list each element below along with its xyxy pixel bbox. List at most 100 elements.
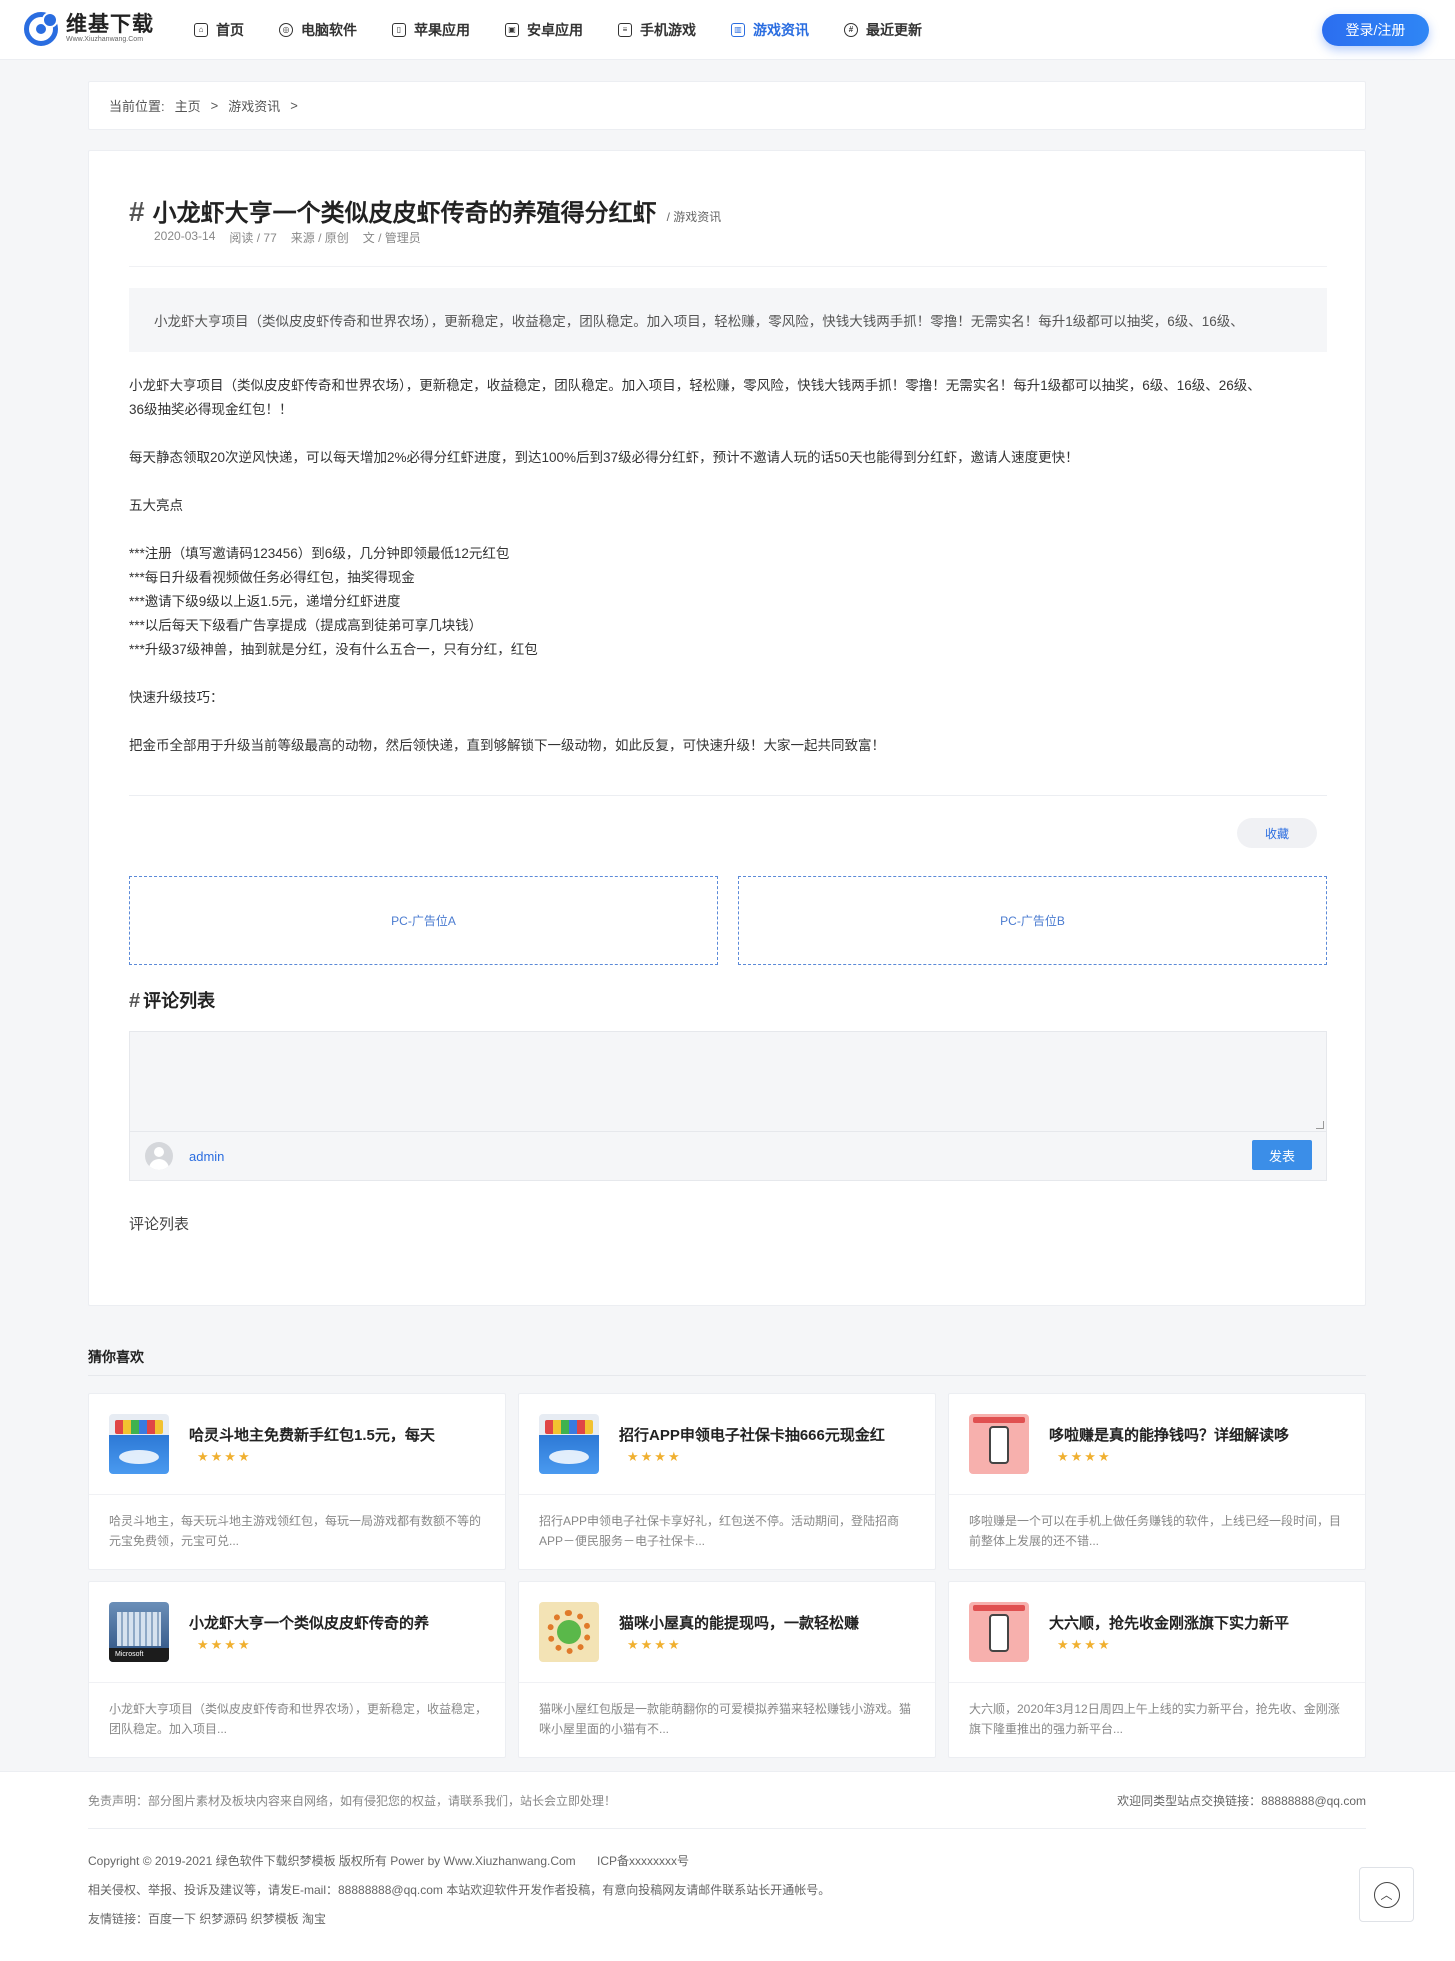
divider [949, 1682, 1365, 1683]
app-thumbnail[interactable] [109, 1414, 169, 1474]
footer-copyright: Copyright © 2019-2021 绿色软件下载织梦模板 版权所有 Po… [88, 1854, 576, 1868]
divider [89, 1494, 505, 1495]
recommend-title-link[interactable]: 哆啦赚是真的能挣钱吗？详细解读哆 [1049, 1424, 1349, 1445]
recommend-card[interactable]: 招行APP申领电子社保卡抽666元现金红 ★★★★ 招行APP申领电子社保卡享好礼，… [518, 1393, 936, 1570]
breadcrumb: 当前位置: 主页 > 游戏资讯 > [88, 81, 1366, 130]
list-icon: ≡ [618, 23, 632, 37]
comment-textarea[interactable] [130, 1032, 1326, 1132]
hash-icon: # [844, 23, 858, 37]
nav-item-6[interactable]: # 最近更新 [844, 0, 922, 60]
divider [129, 795, 1327, 796]
article-card: # 小龙虾大亨一个类似皮皮虾传奇的养殖得分红虾 / 游戏资讯 2020-03-1… [88, 150, 1366, 1306]
article-paragraph: 把金币全部用于升级当前等级最高的动物，然后领快递，直到够解锁下一级动物，如此反复… [129, 738, 885, 753]
article-reads: 阅读 / 77 [229, 231, 277, 245]
nav-item-1[interactable]: ◎ 电脑软件 [279, 0, 357, 60]
recommend-title-link[interactable]: 哈灵斗地主免费新手红包1.5元，每天 [189, 1424, 489, 1445]
article-paragraph: ***邀请下级9级以上返1.5元，递增分红虾进度 [129, 594, 401, 609]
favorite-button[interactable]: 收藏 [1237, 818, 1317, 848]
nav-item-4[interactable]: ≡ 手机游戏 [618, 0, 696, 60]
article-category[interactable]: / 游戏资讯 [667, 208, 722, 225]
resize-handle-icon[interactable] [1316, 1121, 1324, 1129]
footer-report: 相关侵权、举报、投诉及建议等，请发E-mail：88888888@qq.com … [88, 1883, 831, 1897]
recommend-title-link[interactable]: 小龙虾大亨一个类似皮皮虾传奇的养 [189, 1612, 489, 1633]
footer-contact[interactable]: 欢迎同类型站点交换链接：88888888@qq.com [1117, 1792, 1366, 1809]
breadcrumb-separator: > [290, 98, 298, 113]
submit-comment-button[interactable]: 发表 [1252, 1140, 1312, 1170]
recommend-card[interactable]: 猫咪小屋真的能提现吗，一款轻松赚 ★★★★ 猫咪小屋红包版是一款能萌翻你的可爱模拟养… [518, 1581, 936, 1758]
app-thumbnail[interactable] [539, 1414, 599, 1474]
nav-item-0[interactable]: ⌂ 首页 [194, 0, 244, 60]
user-avatar [145, 1142, 173, 1170]
recommend-description: 招行APP申领电子社保卡享好礼，红包送不停。活动期间，登陆招商APP－便民服务－… [539, 1514, 900, 1548]
breadcrumb-category[interactable]: 游戏资讯 [228, 96, 280, 115]
divider [88, 1375, 1366, 1376]
rating-stars-icon: ★★★★ [1057, 1637, 1112, 1652]
back-to-top-button[interactable]: ︿ [1359, 1867, 1414, 1922]
chart-icon: ▥ [731, 23, 745, 37]
divider [129, 266, 1327, 267]
rating-stars-icon: ★★★★ [197, 1449, 252, 1464]
divider [519, 1494, 935, 1495]
hash-icon: # [129, 990, 141, 1012]
recommend-card[interactable]: 大六顺，抢先收金刚涨旗下实力新平 ★★★★ 大六顺，2020年3月12日周四上午上线… [948, 1581, 1366, 1758]
nav-label: 苹果应用 [414, 22, 470, 38]
article-title-row: # 小龙虾大亨一个类似皮皮虾传奇的养殖得分红虾 / 游戏资讯 [129, 193, 721, 228]
recommend-description: 哆啦赚是一个可以在手机上做任务赚钱的软件，上线已经一段时间，目前整体上发展的还不… [969, 1514, 1342, 1548]
recommend-card[interactable]: Microsoft 小龙虾大亨一个类似皮皮虾传奇的养 ★★★★ 小龙虾大亨项目（类似皮… [88, 1581, 506, 1758]
divider [89, 1682, 505, 1683]
nav-label: 首页 [216, 22, 244, 38]
nav-label: 手机游戏 [640, 22, 696, 38]
recommend-card[interactable]: 哆啦赚是真的能挣钱吗？详细解读哆 ★★★★ 哆啦赚是一个可以在手机上做任务赚钱的软件… [948, 1393, 1366, 1570]
rating-stars-icon: ★★★★ [627, 1637, 682, 1652]
nav-label: 安卓应用 [527, 22, 583, 38]
rating-stars-icon: ★★★★ [1057, 1449, 1112, 1464]
app-thumbnail[interactable] [539, 1602, 599, 1662]
main-nav: ⌂ 首页 ◎ 电脑软件 ▯ 苹果应用 ▣ 安卓应用 ≡ 手机游戏 ▥ 游戏资讯 # 最近更新 [194, 0, 957, 60]
home-icon: ⌂ [194, 23, 208, 37]
article-paragraph: 小龙虾大亨项目（类似皮皮虾传奇和世界农场），更新稳定，收益稳定，团队稳定。加入项… [129, 378, 1261, 393]
recommend-title-link[interactable]: 大六顺，抢先收金刚涨旗下实力新平 [1049, 1612, 1349, 1633]
top-header: 维基下载 Www.Xiuzhanwang.Com ⌂ 首页 ◎ 电脑软件 ▯ 苹果应用 ▣ 安… [0, 0, 1455, 60]
recommend-title-link[interactable]: 招行APP申领电子社保卡抽666元现金红 [619, 1424, 919, 1445]
nav-item-3[interactable]: ▣ 安卓应用 [505, 0, 583, 60]
article-meta: 2020-03-14 阅读 / 77 来源 / 原创 文 / 管理员 [154, 229, 435, 246]
nav-item-5[interactable]: ▥ 游戏资讯 [731, 0, 809, 60]
arrow-up-icon: ︿ [1373, 1881, 1400, 1908]
breadcrumb-home[interactable]: 主页 [175, 96, 201, 115]
ad-slot-a[interactable]: PC-广告位A [129, 876, 718, 965]
app-thumbnail[interactable]: Microsoft [109, 1602, 169, 1662]
recommend-description: 小龙虾大亨项目（类似皮皮虾传奇和世界农场），更新稳定，收益稳定，团队稳定。加入项… [109, 1702, 488, 1736]
logo-subtitle: Www.Xiuzhanwang.Com [66, 36, 144, 43]
comment-list-label: 评论列表 [129, 1216, 190, 1233]
comment-username[interactable]: admin [189, 1149, 224, 1164]
article-paragraph: ***升级37级神兽，抽到就是分红，没有什么五合一，只有分红，红包 [129, 642, 538, 657]
recommend-description: 哈灵斗地主，每天玩斗地主游戏领红包，每玩一局游戏都有数额不等的元宝免费领，元宝可… [109, 1514, 482, 1548]
article-paragraph: 每天静态领取20次逆风快递，可以每天增加2%必得分红虾进度，到达100%后到37… [129, 450, 1079, 465]
article-paragraph: 36级抽奖必得现金红包！！ [129, 402, 293, 417]
recommend-card[interactable]: 哈灵斗地主免费新手红包1.5元，每天 ★★★★ 哈灵斗地主，每天玩斗地主游戏领红包，… [88, 1393, 506, 1570]
footer: 免责声明：部分图片素材及板块内容来自网络，如有侵犯您的权益，请联系我们，站长会立… [0, 1771, 1455, 1961]
article-paragraph: ***以后每天下级看广告享提成（提成高到徒弟可享几块钱） [129, 618, 483, 633]
footer-copyright-row: Copyright © 2019-2021 绿色软件下载织梦模板 版权所有 Po… [88, 1852, 707, 1869]
divider [949, 1494, 1365, 1495]
footer-icp[interactable]: ICP备xxxxxxxx号 [597, 1854, 689, 1868]
logo-icon [24, 12, 58, 46]
app-thumbnail[interactable] [969, 1414, 1029, 1474]
recommend-title-link[interactable]: 猫咪小屋真的能提现吗，一款轻松赚 [619, 1612, 919, 1633]
thumb-label: Microsoft [109, 1648, 169, 1662]
article-author: 文 / 管理员 [362, 231, 421, 245]
article-paragraph: 快速升级技巧： [129, 690, 224, 705]
site-logo[interactable]: 维基下载 Www.Xiuzhanwang.Com [24, 12, 154, 46]
nav-label: 电脑软件 [301, 22, 357, 38]
comments-title: 评论列表 [143, 991, 216, 1011]
app-thumbnail[interactable] [969, 1602, 1029, 1662]
article-date: 2020-03-14 [154, 229, 216, 243]
footer-links[interactable]: 友情链接：百度一下 织梦源码 织梦模板 淘宝 [88, 1910, 326, 1927]
tablet-icon: ▣ [505, 23, 519, 37]
nav-item-2[interactable]: ▯ 苹果应用 [392, 0, 470, 60]
login-register-button[interactable]: 登录/注册 [1322, 14, 1429, 46]
ad-slot-b[interactable]: PC-广告位B [738, 876, 1327, 965]
logo-title: 维基下载 [66, 12, 154, 36]
